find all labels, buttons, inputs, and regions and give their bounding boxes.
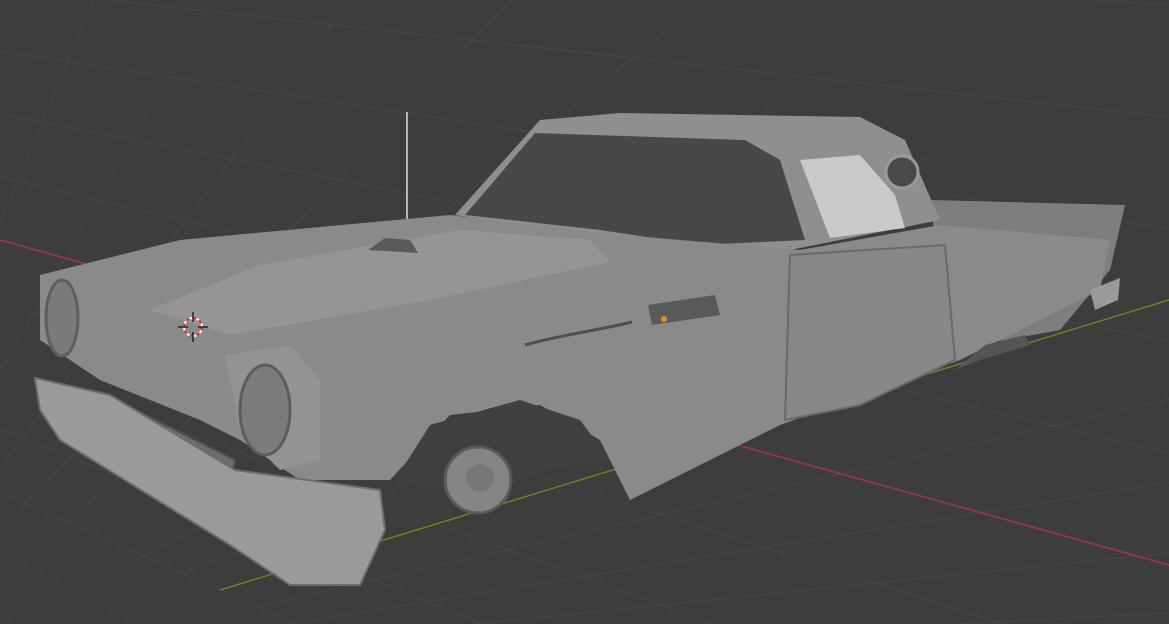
headlight-right [238,363,292,457]
car-model[interactable] [33,112,1125,586]
grid-line [108,0,1169,118]
viewport-canvas[interactable] [0,0,1169,624]
grid-line [0,0,94,224]
porthole-window [884,154,920,190]
grid-line [956,612,1169,624]
grid-line [0,617,12,624]
grid-line [299,482,1169,623]
grid-line [1095,0,1169,6]
hub-cap [466,464,494,492]
grid-line [476,552,1169,624]
grid-line [0,554,142,624]
3d-viewport[interactable] [0,0,1169,624]
door [783,243,957,422]
vent-light [661,316,667,322]
headlight-left [44,278,80,358]
